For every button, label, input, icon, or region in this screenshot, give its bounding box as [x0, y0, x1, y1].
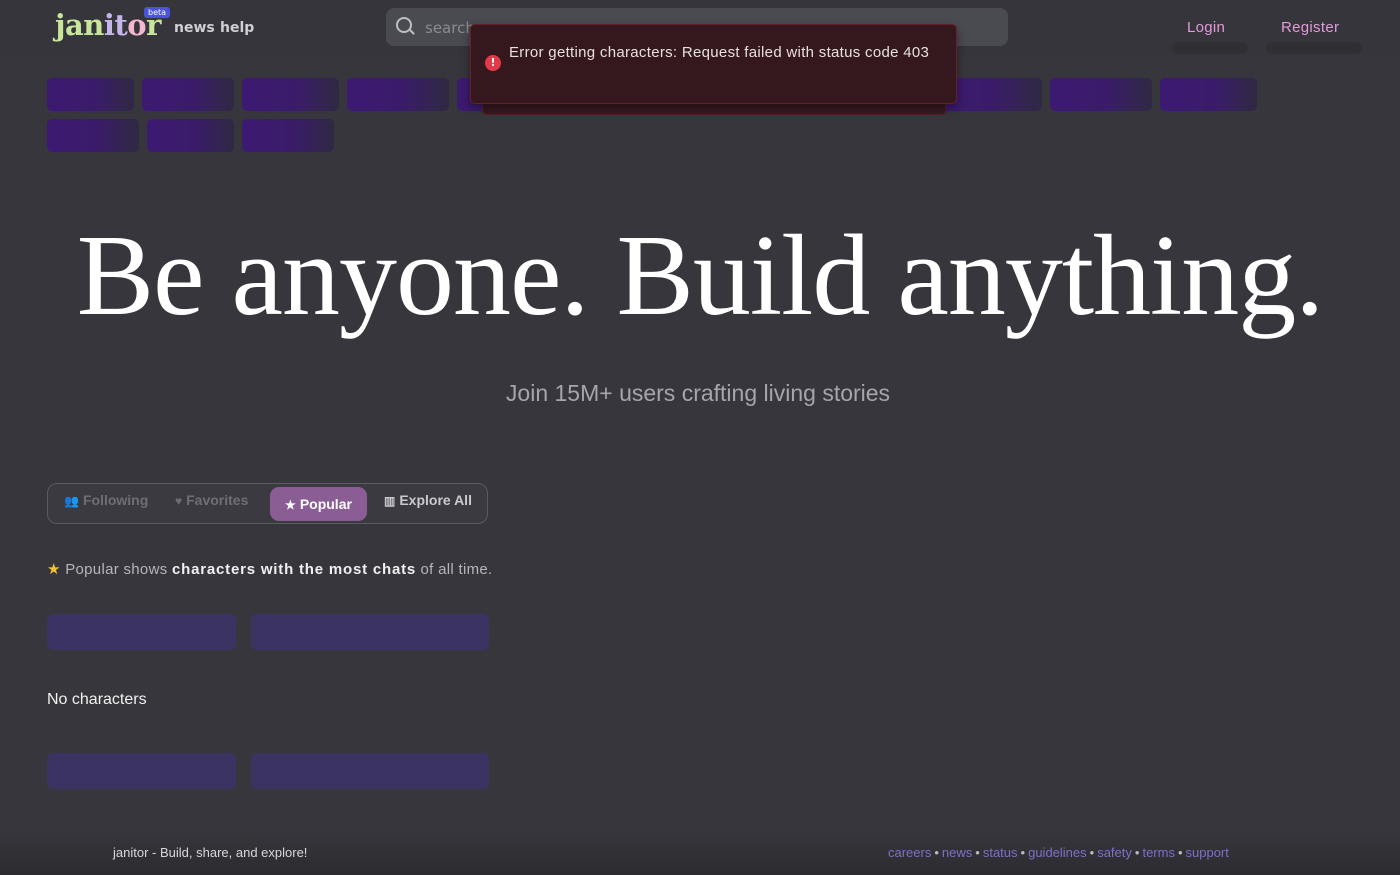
feed-tabs: 👥 Following ♥ Favorites ★ Popular ▥ Explore …: [47, 483, 488, 524]
register-button-shadow: [1266, 42, 1362, 54]
tab-description: ★ Popular shows characters with the most…: [47, 561, 493, 578]
star-icon: ★: [285, 498, 296, 512]
people-icon: 👥: [64, 494, 79, 508]
tab-popular[interactable]: ★ Popular: [270, 487, 367, 521]
nav-help-link[interactable]: help: [220, 20, 254, 36]
footer-link-support[interactable]: support: [1186, 845, 1229, 860]
error-toast[interactable]: ! Error getting characters: Request fail…: [470, 24, 957, 104]
footer-link-news[interactable]: news: [942, 845, 972, 860]
tag-skeleton: [147, 119, 234, 152]
register-button[interactable]: Register: [1281, 19, 1339, 36]
tag-skeleton: [1050, 78, 1152, 111]
footer: janitor - Build, share, and explore! car…: [0, 830, 1400, 875]
error-message: Error getting characters: Request failed…: [509, 44, 930, 61]
alert-circle-icon: !: [485, 55, 501, 71]
tag-skeleton: [347, 78, 449, 111]
tab-explore-all[interactable]: ▥ Explore All: [384, 492, 472, 508]
hero-title: Be anyone. Build anything.: [76, 212, 1325, 340]
tab-favorites[interactable]: ♥ Favorites: [175, 492, 248, 508]
footer-link-status[interactable]: status: [983, 845, 1018, 860]
tag-skeleton: [242, 119, 334, 152]
tag-skeleton: [142, 78, 234, 111]
filter-skeleton: [251, 614, 489, 650]
star-emoji-icon: ★: [47, 561, 61, 578]
tag-skeleton: [47, 119, 139, 152]
pagination-skeleton: [47, 753, 236, 789]
heart-icon: ♥: [175, 494, 183, 508]
footer-link-guidelines[interactable]: guidelines: [1028, 845, 1087, 860]
search-icon: [396, 17, 412, 33]
beta-badge: beta: [144, 7, 171, 18]
pagination-skeleton: [251, 753, 489, 789]
footer-link-safety[interactable]: safety: [1097, 845, 1132, 860]
hero-subtitle: Join 15M+ users crafting living stories: [505, 380, 891, 406]
tag-skeleton: [242, 78, 339, 111]
footer-link-careers[interactable]: careers: [888, 845, 931, 860]
footer-brand: janitor - Build, share, and explore!: [113, 845, 308, 860]
filter-skeleton: [47, 614, 236, 650]
nav-news-link[interactable]: news: [174, 20, 215, 36]
footer-links: careers • news • status • guidelines • safety • te…: [888, 845, 1229, 860]
search-placeholder: search: [425, 19, 475, 37]
tab-following[interactable]: 👥 Following: [64, 492, 148, 508]
login-button[interactable]: Login: [1187, 19, 1225, 36]
library-icon: ▥: [384, 494, 396, 508]
empty-state: No characters: [47, 691, 147, 708]
tag-skeleton: [47, 78, 134, 111]
tag-skeleton: [1160, 78, 1257, 111]
login-button-shadow: [1172, 42, 1248, 54]
footer-link-terms[interactable]: terms: [1142, 845, 1175, 860]
